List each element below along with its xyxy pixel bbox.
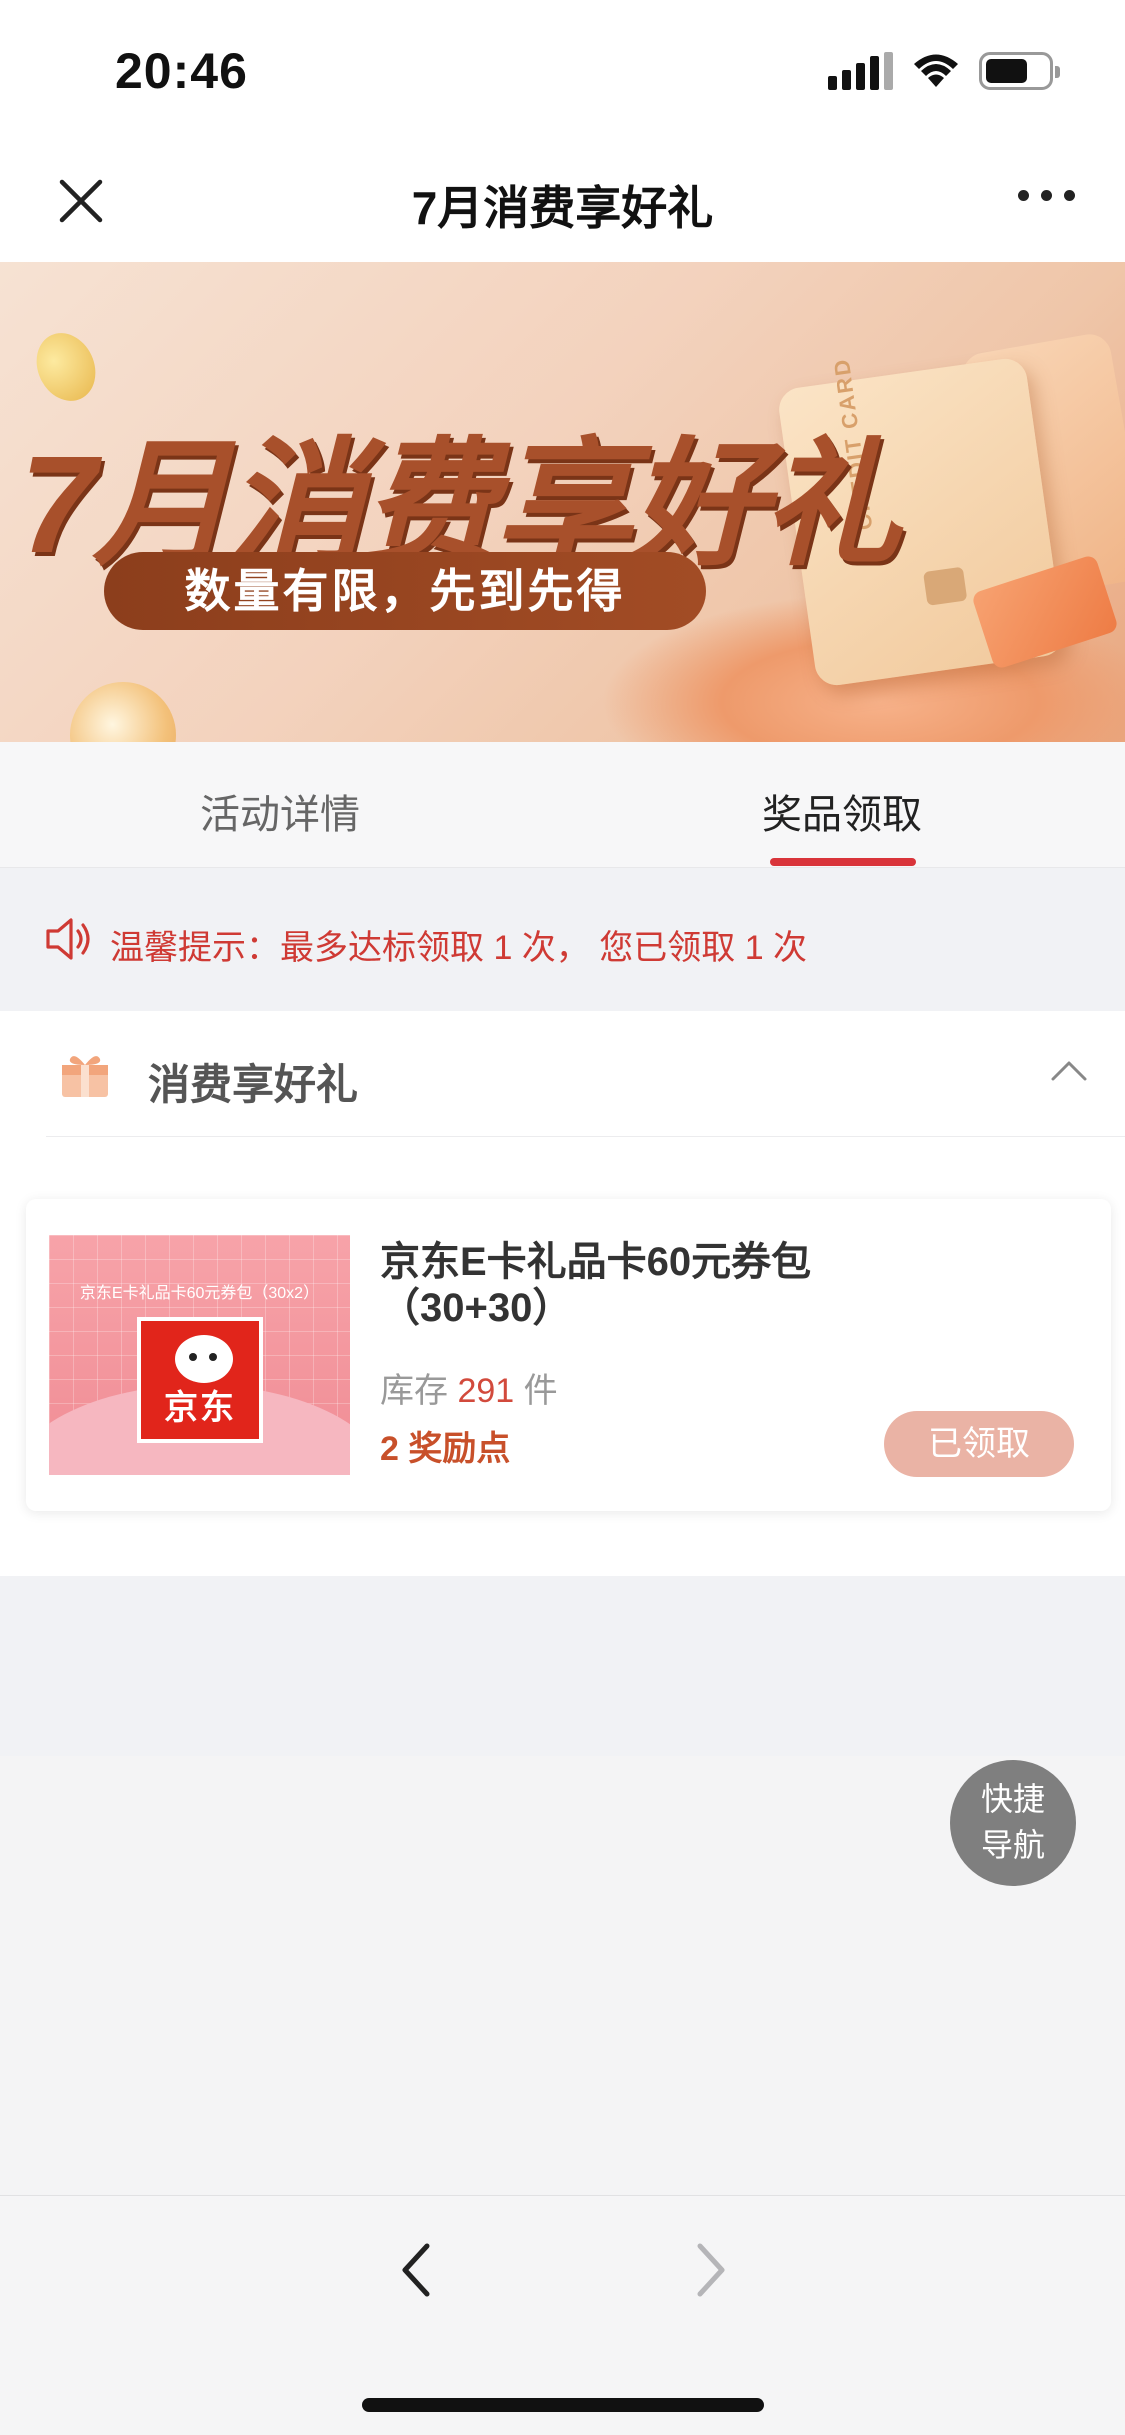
active-tab-indicator bbox=[770, 858, 916, 866]
coin-bubble-icon bbox=[70, 682, 176, 742]
tab-activity-details[interactable]: 活动详情 bbox=[200, 782, 360, 840]
home-indicator bbox=[362, 2398, 764, 2412]
notice-text: 温馨提示：最多达标领取 1 次， 您已领取 1 次 bbox=[110, 929, 808, 967]
thumb-caption: 京东E卡礼品卡60元券包（30x2） bbox=[79, 1285, 320, 1302]
spacer-band bbox=[0, 1576, 1125, 1756]
nav-bar: 7月消费享好礼 bbox=[0, 140, 1125, 262]
claimed-button[interactable]: 已领取 bbox=[884, 1411, 1074, 1477]
wifi-icon bbox=[914, 54, 958, 87]
gift-icon bbox=[62, 1056, 108, 1097]
status-bar: 20:46 bbox=[0, 0, 1125, 140]
stock-suffix: 件 bbox=[523, 1372, 558, 1410]
banner-subtitle: 数量有限，先到先得 bbox=[104, 552, 706, 630]
jd-logo: 京东 bbox=[137, 1317, 263, 1443]
tab-reward-claim[interactable]: 奖品领取 bbox=[762, 782, 922, 840]
back-arrow-icon[interactable] bbox=[395, 2240, 439, 2300]
tab-bar: 活动详情 奖品领取 bbox=[0, 742, 1125, 868]
quick-nav-line2: 导航 bbox=[980, 1827, 1045, 1863]
reward-thumbnail: 京东E卡礼品卡60元券包（30x2） 京东 bbox=[49, 1235, 350, 1475]
notice-bar: 温馨提示：最多达标领取 1 次， 您已领取 1 次 bbox=[0, 868, 1125, 1011]
card-chip bbox=[923, 566, 968, 606]
jd-mascot-icon bbox=[175, 1335, 233, 1383]
quick-nav-line1: 快捷 bbox=[980, 1781, 1045, 1817]
quick-nav-button[interactable]: 快捷 导航 bbox=[950, 1760, 1076, 1886]
stock-prefix: 库存 bbox=[380, 1372, 448, 1410]
reward-title: 京东E卡礼品卡60元券包（30+30） bbox=[380, 1240, 812, 1330]
forward-arrow-icon[interactable] bbox=[688, 2240, 732, 2300]
stock-count: 291 bbox=[457, 1372, 515, 1410]
speaker-icon bbox=[46, 918, 90, 960]
more-icon[interactable] bbox=[1018, 190, 1075, 201]
reward-section: 消费享好礼 京东E卡礼品卡60元券包（30x2） 京东 京东E卡礼品卡60元券包… bbox=[0, 1011, 1125, 1576]
reward-stock: 库存 291 件 bbox=[380, 1363, 558, 1412]
chevron-up-icon[interactable] bbox=[1049, 1051, 1089, 1091]
reward-points: 2 奖励点 bbox=[380, 1430, 511, 1468]
reward-card: 京东E卡礼品卡60元券包（30x2） 京东 京东E卡礼品卡60元券包（30+30… bbox=[26, 1199, 1111, 1511]
page-title: 7月消费享好礼 bbox=[411, 182, 714, 234]
browser-toolbar bbox=[0, 2195, 1125, 2435]
jd-logo-text: 京东 bbox=[164, 1389, 236, 1427]
status-time: 20:46 bbox=[115, 43, 248, 99]
section-header[interactable]: 消费享好礼 bbox=[46, 1011, 1125, 1137]
signal-icon bbox=[828, 52, 893, 90]
status-icons bbox=[828, 52, 1060, 90]
battery-icon bbox=[979, 52, 1060, 90]
promo-banner: CREDIT CARD 7月消费享好礼 数量有限，先到先得 bbox=[0, 262, 1125, 742]
section-title: 消费享好礼 bbox=[148, 1061, 359, 1108]
